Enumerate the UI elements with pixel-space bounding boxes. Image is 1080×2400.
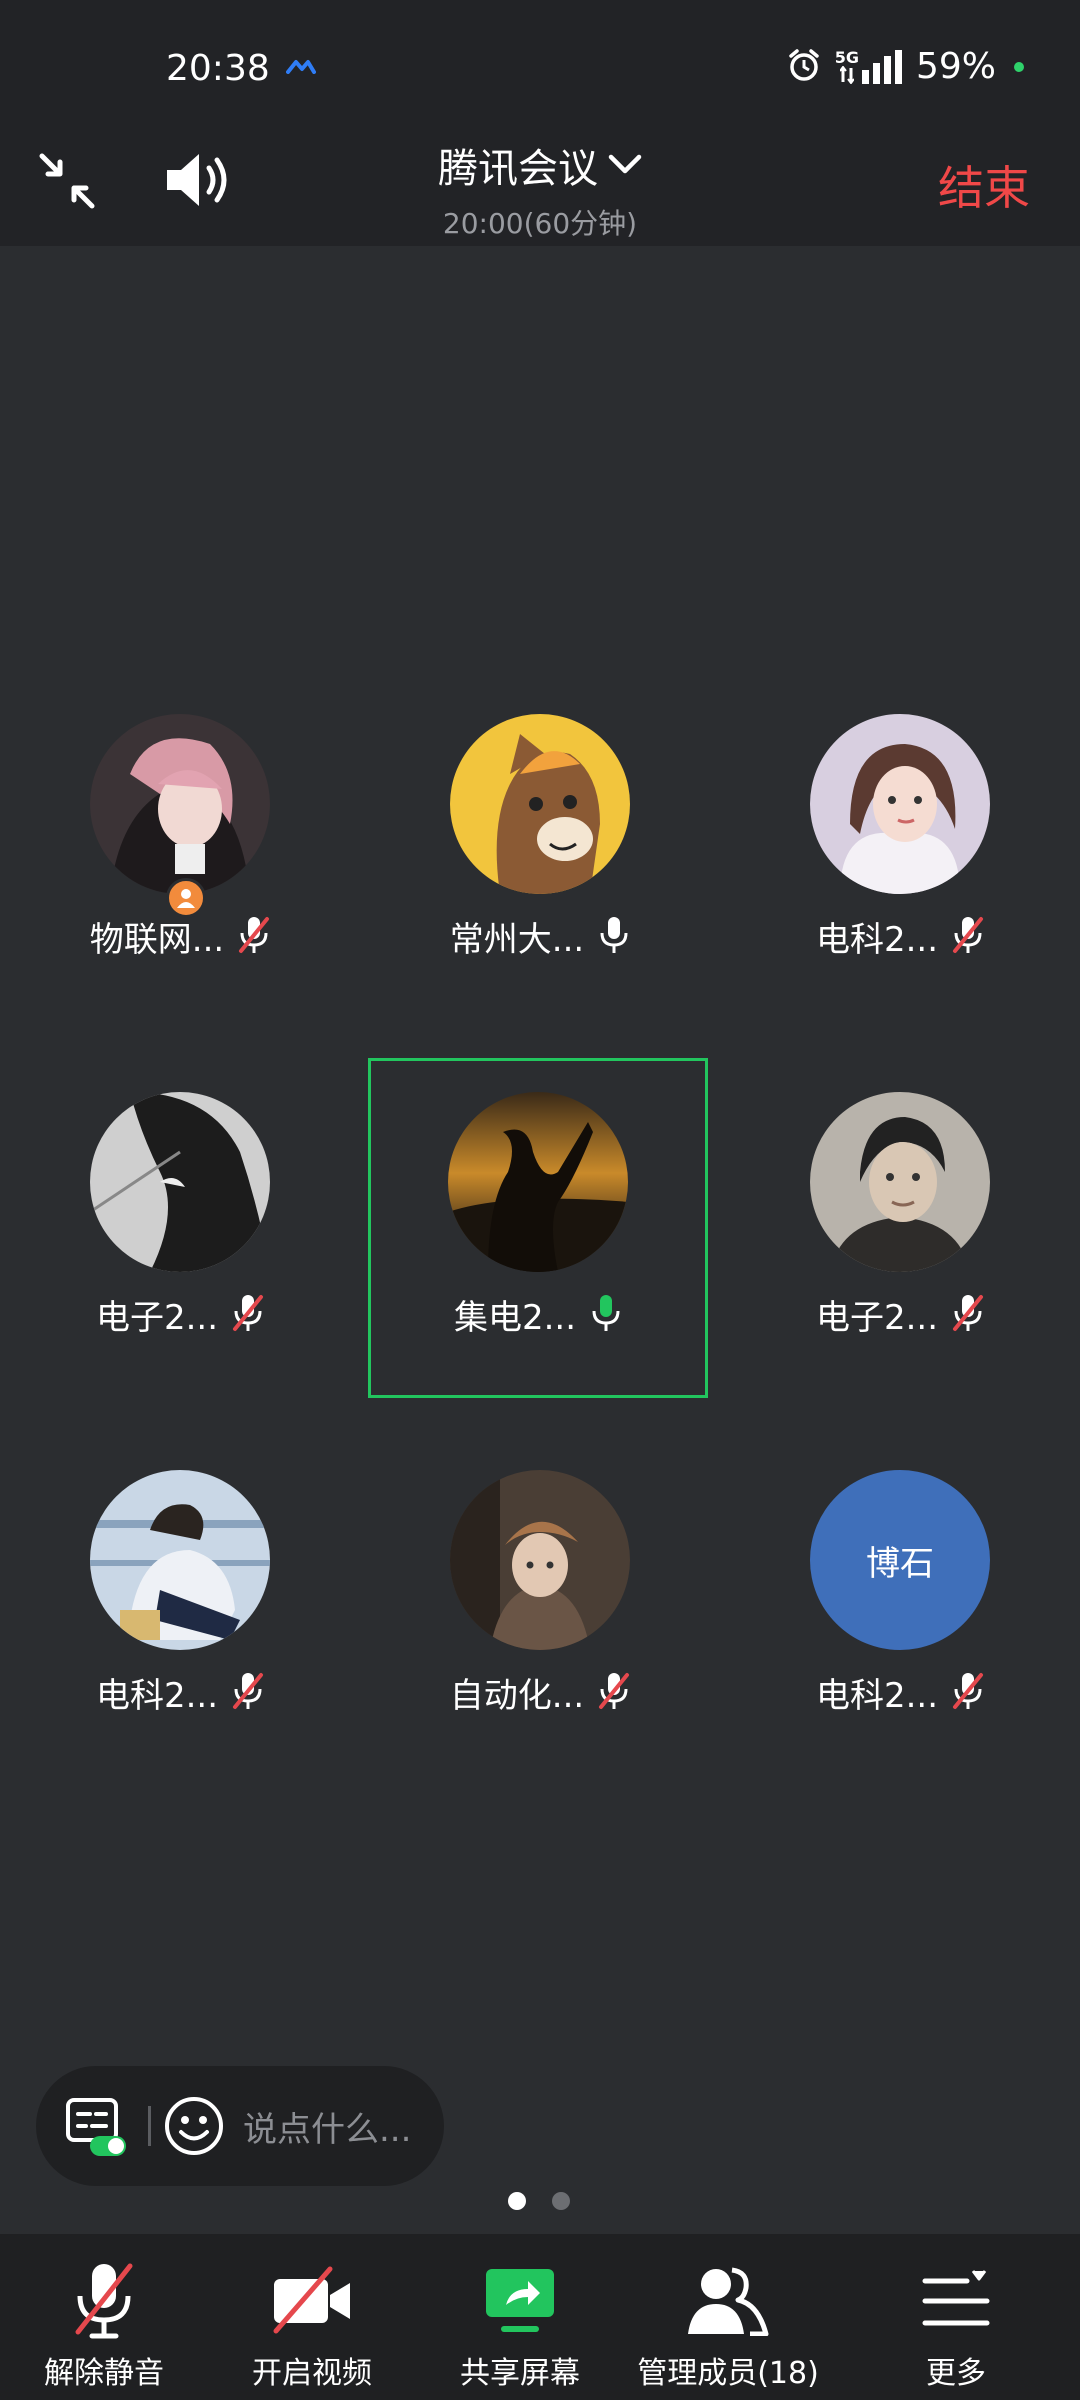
chat-divider: [148, 2106, 151, 2146]
mic-muted-icon: [75, 2263, 133, 2339]
share-screen-button[interactable]: 共享屏幕: [416, 2234, 624, 2400]
participant-name: 电科2...: [815, 1676, 939, 1716]
mic-muted-icon: [232, 1293, 264, 1337]
meeting-time: 20:00(60分钟): [442, 207, 638, 240]
avatar: [450, 1470, 630, 1650]
meeting-title: 腾讯会议: [438, 146, 598, 192]
participant-name: 物联网...: [89, 920, 225, 960]
meeting-screen: 20:38 5G 59% 腾讯会议 20:00(60分钟) 结束 物联网... …: [0, 0, 1080, 2400]
video-off-icon: [273, 2266, 350, 2334]
avatar: [90, 714, 270, 894]
mic-muted-icon: [598, 1671, 630, 1715]
participant-tile[interactable]: 自动化...: [370, 1436, 710, 1776]
start-video-button[interactable]: 开启视频: [208, 2234, 416, 2400]
avatar: [448, 1092, 628, 1272]
bottom-toolbar: 解除静音 开启视频 共享屏幕 管理成员(18) 更多: [0, 2234, 1080, 2400]
chat-placeholder[interactable]: 说点什么...: [243, 2102, 411, 2151]
participant-tile[interactable]: 电子2...: [10, 1058, 350, 1398]
avatar: [90, 1092, 270, 1272]
participant-tile[interactable]: 电科2...: [10, 1436, 350, 1776]
minimize-window-button[interactable]: [32, 146, 102, 216]
speaker-button[interactable]: [160, 144, 236, 216]
participant-name: 常州大...: [449, 920, 585, 960]
mic-icon: [598, 915, 630, 959]
top-bar: 20:38 5G 59% 腾讯会议 20:00(60分钟) 结束: [0, 0, 1080, 246]
mic-muted-icon: [238, 915, 270, 959]
alarm-icon: [787, 48, 821, 86]
participant-tile[interactable]: 常州大...: [370, 680, 710, 1020]
battery-indicator-dot: [1014, 61, 1024, 72]
members-icon: [688, 2267, 769, 2336]
mic-muted-icon: [952, 915, 984, 959]
emoji-icon[interactable]: [163, 2095, 225, 2157]
more-label: 更多: [926, 2356, 986, 2391]
avatar: 博石: [810, 1470, 990, 1650]
manage-members-label: 管理成员(18): [637, 2356, 819, 2391]
participant-tile[interactable]: 博石 电科2...: [730, 1436, 1070, 1776]
network-type: 5G: [834, 47, 859, 67]
signal-icon: 5G: [834, 47, 902, 84]
page-indicator: [508, 2192, 570, 2210]
mic-muted-icon: [952, 1671, 984, 1715]
participant-name: 集电2...: [453, 1298, 577, 1338]
share-screen-label: 共享屏幕: [460, 2356, 580, 2391]
more-button[interactable]: 更多: [832, 2234, 1080, 2400]
participant-name: 电子2...: [95, 1298, 219, 1338]
battery-level: 59%: [915, 46, 996, 87]
shrink-arrows-icon: [39, 153, 95, 209]
more-menu-icon: [922, 2270, 990, 2326]
avatar: [810, 714, 990, 894]
participant-tile[interactable]: 电子2...: [730, 1058, 1070, 1398]
user-icon: [177, 889, 195, 908]
caption-toggle-icon[interactable]: [64, 2094, 128, 2158]
unmute-button[interactable]: 解除静音: [0, 2234, 208, 2400]
avatar: [810, 1092, 990, 1272]
participant-name: 电子2...: [815, 1298, 939, 1338]
speaker-icon: [167, 154, 227, 206]
chevron-down-icon: [608, 154, 642, 174]
manage-members-button[interactable]: 管理成员(18): [624, 2234, 832, 2400]
status-time: 20:38: [166, 48, 270, 89]
mic-speaking-icon: [590, 1293, 622, 1337]
participant-name: 电科2...: [815, 920, 939, 960]
avatar: [450, 714, 630, 894]
end-meeting-button[interactable]: 结束: [938, 152, 1030, 218]
avatar: [90, 1470, 270, 1650]
participant-tile[interactable]: 物联网...: [10, 680, 350, 1020]
start-video-label: 开启视频: [252, 2356, 372, 2391]
participant-name: 电科2...: [95, 1676, 219, 1716]
participant-tile-active-speaker[interactable]: 集电2...: [368, 1058, 708, 1398]
share-screen-icon: [486, 2269, 554, 2332]
app-notification-icon: [286, 58, 316, 78]
page-dot-active[interactable]: [508, 2192, 526, 2210]
unmute-label: 解除静音: [44, 2356, 164, 2391]
page-dot[interactable]: [552, 2192, 570, 2210]
status-indicators: 5G 59%: [787, 46, 1024, 87]
participant-tile[interactable]: 电科2...: [730, 680, 1070, 1020]
mic-muted-icon: [952, 1293, 984, 1337]
participant-name: 自动化...: [449, 1676, 585, 1716]
mic-muted-icon: [232, 1671, 264, 1715]
chat-input-bar[interactable]: 说点什么...: [36, 2066, 444, 2186]
meeting-info[interactable]: 腾讯会议 20:00(60分钟): [340, 136, 740, 242]
